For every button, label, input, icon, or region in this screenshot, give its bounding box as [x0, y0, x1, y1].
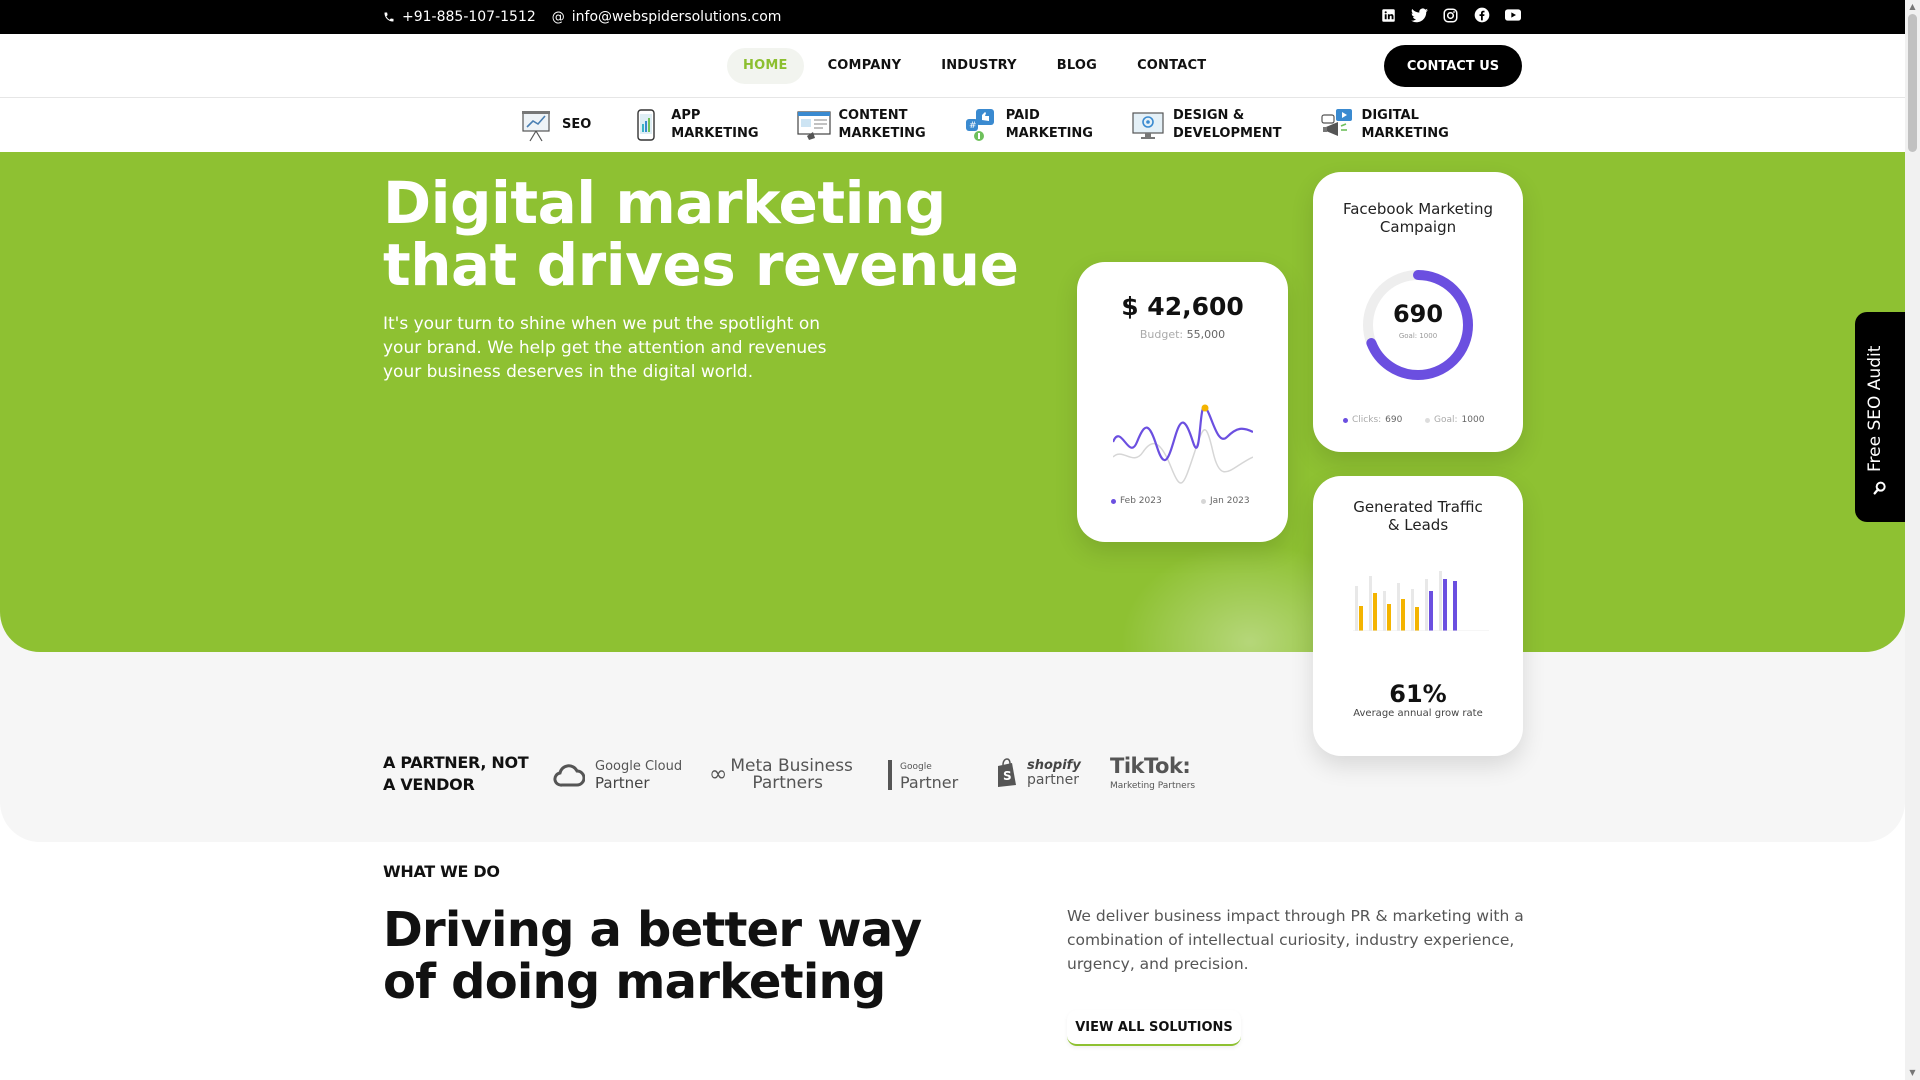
- previous-period-line: [1113, 429, 1253, 484]
- at-icon: @: [551, 9, 565, 25]
- service-digital-marketing[interactable]: DIGITAL MARKETING: [1320, 104, 1449, 146]
- section-label: WHAT WE DO: [383, 862, 500, 881]
- growth-subtitle: Average annual grow rate: [1353, 708, 1483, 719]
- google-partner-bar: [888, 760, 892, 790]
- traffic-card-title: Generated Traffic & Leads: [1353, 498, 1483, 534]
- service-app-marketing[interactable]: APP MARKETING: [629, 104, 759, 146]
- nav-contact[interactable]: CONTACT: [1121, 48, 1222, 84]
- view-all-solutions-button[interactable]: VIEW ALL SOLUTIONS: [1067, 1010, 1241, 1046]
- meta-business-partners-logo: ∞ Meta Business Partners: [709, 756, 853, 793]
- budget-text: Budget: 55,000: [1139, 328, 1226, 341]
- campaign-value: 690: [1392, 300, 1444, 328]
- service-content-marketing[interactable]: CONTENT MARKETING: [796, 104, 926, 146]
- bar-group-7: [1439, 571, 1447, 631]
- facebook-card-title: Facebook Marketing Campaign: [1342, 200, 1493, 236]
- phone-icon: [384, 12, 394, 22]
- scroll-up-arrow-icon[interactable]: ▲: [1908, 2, 1917, 12]
- top-bar: +91-885-107-1512 @ info@webspidersolutio…: [0, 0, 1905, 34]
- social-links: [1380, 0, 1905, 30]
- traffic-bar-chart: [1353, 571, 1489, 631]
- service-label: CONTENT MARKETING: [838, 108, 926, 141]
- scrollbar-thumb[interactable]: [1908, 14, 1917, 152]
- meta-infinity-icon: ∞: [709, 762, 728, 787]
- partner-heading: A PARTNER, NOT A VENDOR: [383, 753, 529, 794]
- paid-ads-icon: #: [965, 109, 994, 141]
- bar-group-1: [1355, 586, 1363, 631]
- instagram-icon[interactable]: [1442, 7, 1459, 24]
- email-address: info@webspidersolutions.com: [571, 9, 782, 25]
- bar-group-6: [1425, 579, 1433, 631]
- service-label: APP MARKETING: [671, 108, 759, 141]
- phone-link[interactable]: +91-885-107-1512: [383, 9, 536, 25]
- phone-number: +91-885-107-1512: [402, 9, 536, 25]
- spend-amount: $ 42,600: [1121, 292, 1244, 321]
- legend-clicks: Clicks: 690: [1343, 415, 1402, 425]
- section-title: Driving a better way of doing marketing: [383, 902, 922, 1010]
- free-seo-audit-tab[interactable]: Free SEO Audit: [1855, 312, 1905, 522]
- design-monitor-icon: [1132, 112, 1164, 139]
- highlight-point: [1201, 404, 1209, 412]
- search-icon: [1873, 481, 1886, 495]
- spend-line-chart: [1113, 404, 1253, 484]
- tiktok-marketing-partners-logo: TikTok: Marketing Partners: [1110, 754, 1196, 792]
- seo-tab-label: Free SEO Audit: [1865, 345, 1885, 472]
- bar-group-4: [1397, 583, 1405, 631]
- hero-section: Digital marketing that drives revenue It'…: [0, 152, 1905, 652]
- service-label: DIGITAL MARKETING: [1361, 108, 1449, 141]
- service-paid-marketing[interactable]: # PAID MARKETING: [964, 104, 1093, 146]
- bar-group-2: [1369, 576, 1377, 631]
- bar-group-3: [1383, 591, 1391, 631]
- google-cloud-partner-logo: Google Cloud Partner: [553, 758, 682, 792]
- facebook-campaign-card: Facebook Marketing Campaign 690 Goal: 10…: [1313, 172, 1523, 452]
- main-nav: HOME COMPANY INDUSTRY BLOG CONTACT CONTA…: [0, 34, 1905, 98]
- partner-band: [0, 652, 1905, 842]
- cloud-icon: [553, 764, 585, 787]
- contact-us-button[interactable]: CONTACT US: [1384, 45, 1522, 87]
- nav-home[interactable]: HOME: [727, 48, 804, 84]
- nav-industry[interactable]: INDUSTRY: [925, 48, 1033, 84]
- shopify-partner-logo: S shopify partner: [995, 758, 1081, 788]
- scroll-down-arrow-icon[interactable]: ▼: [1908, 1068, 1917, 1078]
- current-period-line: [1113, 405, 1253, 462]
- traffic-leads-card: Generated Traffic & Leads 61% Average ann…: [1313, 476, 1523, 756]
- top-contact: +91-885-107-1512 @ info@webspidersolutio…: [383, 0, 781, 34]
- facebook-icon[interactable]: [1473, 7, 1490, 24]
- service-seo[interactable]: SEO: [520, 104, 591, 146]
- service-design-development[interactable]: DESIGN & DEVELOPMENT: [1131, 104, 1282, 146]
- nav-company[interactable]: COMPANY: [812, 48, 918, 84]
- service-label: SEO: [562, 117, 592, 132]
- google-partner-logo: Google Partner: [888, 760, 958, 791]
- svg-text:#: #: [969, 121, 977, 131]
- bar-group-5: [1411, 589, 1419, 631]
- service-label: DESIGN & DEVELOPMENT: [1172, 108, 1282, 141]
- mobile-app-icon: [637, 109, 655, 141]
- content-screen-icon: [796, 111, 831, 140]
- legend-goal: Goal: 1000: [1425, 415, 1484, 425]
- youtube-icon[interactable]: [1504, 7, 1521, 24]
- hero-title: Digital marketing that drives revenue: [383, 169, 1019, 299]
- megaphone-icon: [1320, 109, 1352, 136]
- growth-percent: 61%: [1389, 680, 1447, 708]
- service-label: PAID MARKETING: [1005, 108, 1093, 141]
- section-description: We deliver business impact through PR & …: [1067, 907, 1524, 973]
- nav-links: HOME COMPANY INDUSTRY BLOG CONTACT: [727, 48, 1222, 84]
- twitter-icon[interactable]: [1411, 7, 1428, 24]
- bar-group-8: [1453, 581, 1457, 631]
- linkedin-icon[interactable]: [1380, 7, 1397, 24]
- services-bar: SEO APP MARKETING CONTENT MARKETING # PAID…: [0, 98, 1905, 152]
- legend-previous: Jan 2023: [1201, 496, 1250, 506]
- shopify-bag-icon: S: [998, 758, 1016, 787]
- nav-blog[interactable]: BLOG: [1041, 48, 1113, 84]
- svg-text:S: S: [1003, 769, 1012, 783]
- page-scrollbar[interactable]: ▲ ▼: [1905, 0, 1920, 1080]
- seo-presentation-icon: [522, 111, 550, 142]
- campaign-goal: Goal: 1000: [1398, 332, 1438, 340]
- email-link[interactable]: @ info@webspidersolutions.com: [552, 9, 782, 25]
- hero-description: It's your turn to shine when we put the …: [383, 314, 827, 382]
- legend-current: Feb 2023: [1111, 496, 1162, 506]
- spend-card: $ 42,600 Budget: 55,000 Feb 2023 Jan 202…: [1077, 262, 1288, 542]
